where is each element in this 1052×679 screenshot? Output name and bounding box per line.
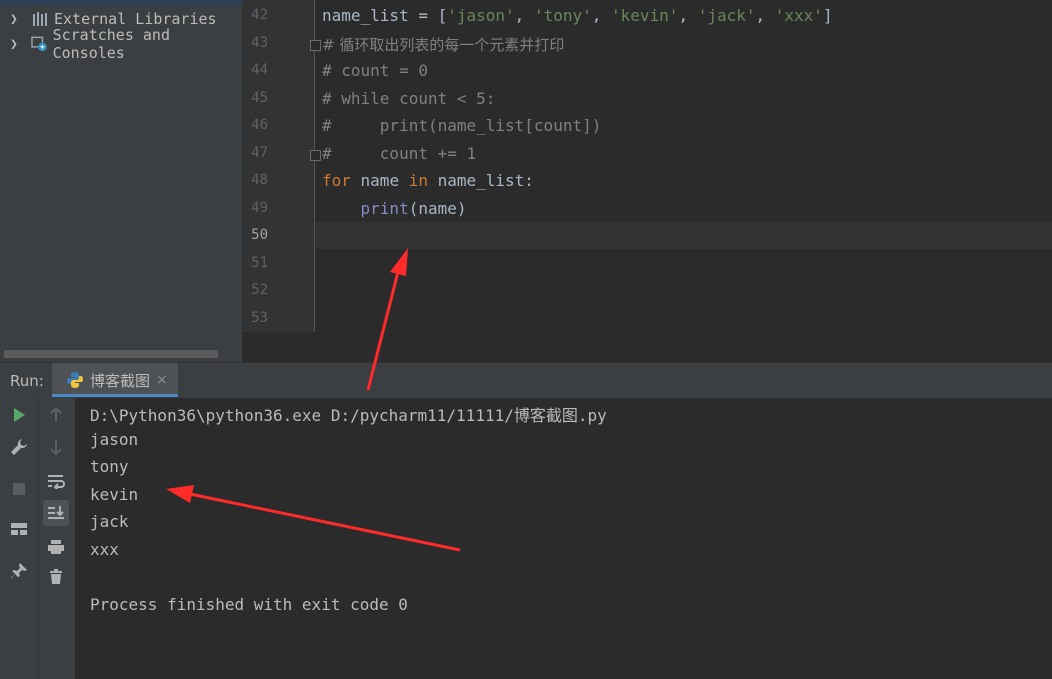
code-line-46: # print(name_list[count]) [322, 116, 602, 135]
python-icon [67, 372, 83, 388]
close-icon[interactable]: × [156, 372, 168, 388]
library-icon [33, 12, 47, 26]
code-line-42: name_list = ['jason', 'tony', 'kevin', '… [322, 6, 833, 25]
arrow-up-icon [50, 407, 62, 422]
run-label: Run: [10, 372, 44, 390]
run-toolbar-left [0, 398, 39, 679]
string-literal: 'tony' [533, 6, 592, 25]
line-number: 42 [251, 7, 268, 23]
scroll-up-button[interactable] [43, 402, 69, 428]
line-number: 49 [251, 200, 268, 216]
soft-wrap-button[interactable] [43, 468, 69, 494]
line-number-current: 50 [251, 227, 268, 243]
console-line: jason [90, 430, 139, 449]
fold-marker-icon[interactable] [310, 150, 321, 161]
console-line: D:\Python36\python36.exe D:/pycharm11/11… [90, 406, 607, 425]
line-number: 47 [251, 145, 268, 161]
rerun-button[interactable] [6, 402, 32, 428]
arrow-down-icon [50, 440, 62, 455]
active-tab-indicator [52, 394, 178, 397]
line-number: 43 [251, 35, 268, 51]
code-line-48: for name in name_list: [322, 171, 534, 190]
tree-item-scratches[interactable]: ❯ Scratches and Consoles [0, 26, 242, 62]
line-number: 51 [251, 255, 268, 271]
line-number: 44 [251, 62, 268, 78]
code-line-43: # 循环取出列表的每一个元素并打印 [322, 36, 565, 54]
horizontal-scrollbar[interactable] [4, 350, 218, 358]
selected-row-remnant [0, 0, 242, 5]
code-line-45: # while count < 5: [322, 89, 496, 108]
clear-all-button[interactable] [43, 564, 69, 590]
run-tab[interactable]: 博客截图 × [52, 363, 178, 397]
code-editor[interactable]: 42 43 44 45 46 47 48 49 50 51 52 53 name… [242, 0, 1052, 332]
console-line: xxx [90, 540, 119, 559]
console-line: kevin [90, 485, 139, 504]
scroll-to-end-button[interactable] [43, 500, 69, 526]
current-line-highlight [315, 222, 1052, 249]
line-number: 46 [251, 117, 268, 133]
scratches-icon [31, 36, 48, 52]
print-button[interactable] [43, 534, 69, 560]
wrench-icon [11, 439, 27, 455]
line-number: 53 [251, 310, 268, 326]
console-line: tony [90, 457, 129, 476]
project-tree-panel: ❯ External Libraries ❯ Scratches and Con… [0, 0, 242, 362]
modify-run-config-button[interactable] [6, 434, 32, 460]
keyword: in [408, 171, 428, 190]
chevron-right-icon[interactable]: ❯ [10, 12, 22, 27]
console-line: jack [90, 512, 129, 531]
pin-tab-button[interactable] [6, 558, 32, 584]
play-icon [14, 408, 25, 422]
string-literal: 'jason' [447, 6, 515, 25]
console-line: Process finished with exit code 0 [90, 595, 408, 614]
scroll-to-end-icon [48, 506, 64, 519]
run-toolbar-console [39, 398, 75, 679]
scroll-down-button[interactable] [43, 434, 69, 460]
editor-bottom-area [242, 332, 1052, 362]
string-literal: 'kevin' [611, 6, 679, 25]
layout-icon [11, 523, 27, 535]
run-tab-title: 博客截图 [90, 371, 151, 390]
fold-marker-icon[interactable] [310, 40, 321, 51]
pin-icon [11, 563, 27, 579]
string-literal: 'jack' [697, 6, 756, 25]
run-toolwindow-header: Run: 博客截图 × [0, 362, 1052, 399]
line-number: 45 [251, 90, 268, 106]
soft-wrap-icon [48, 475, 65, 489]
console-output[interactable]: D:\Python36\python36.exe D:/pycharm11/11… [75, 398, 1052, 679]
tree-item-label: Scratches and Consoles [52, 26, 170, 62]
line-number: 52 [251, 282, 268, 298]
string-literal: 'xxx' [774, 6, 823, 25]
stop-button[interactable] [6, 476, 32, 502]
code-line-44: # count = 0 [322, 61, 428, 80]
builtin-function: print [360, 199, 409, 218]
print-icon [48, 540, 64, 554]
line-number: 48 [251, 172, 268, 188]
stop-icon [13, 483, 25, 495]
chevron-right-icon[interactable]: ❯ [10, 37, 21, 52]
code-line-47: # count += 1 [322, 144, 477, 163]
keyword: for [322, 171, 351, 190]
code-line-49: print(name) [360, 199, 467, 218]
restore-layout-button[interactable] [6, 516, 32, 542]
trash-icon [50, 569, 62, 584]
